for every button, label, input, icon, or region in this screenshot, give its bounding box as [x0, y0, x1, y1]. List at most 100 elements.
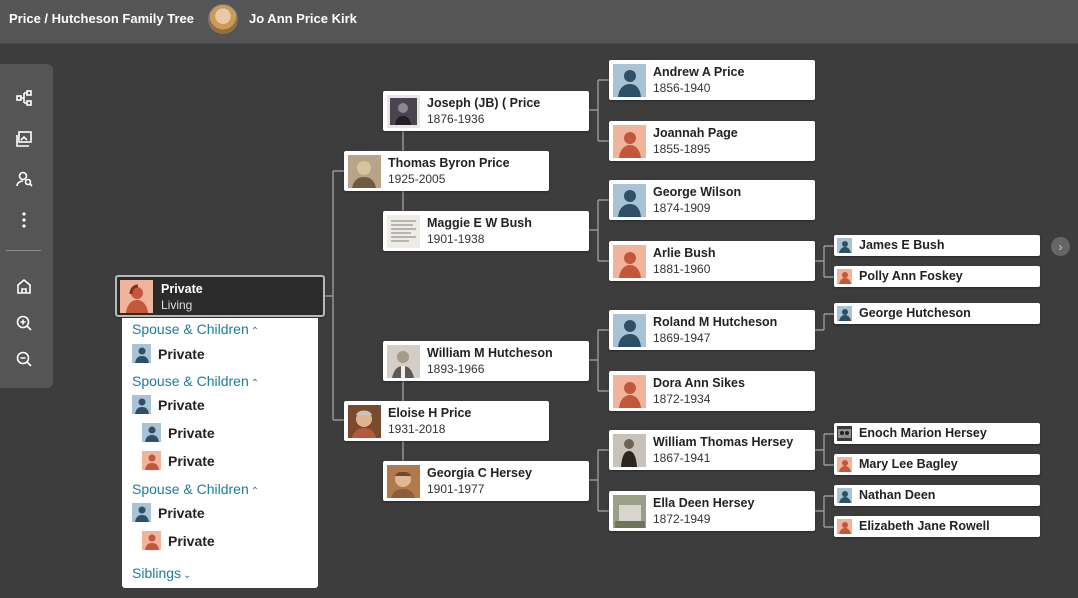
person-name: James E Bush: [859, 238, 945, 252]
spouse-item[interactable]: Private: [132, 503, 205, 522]
person-card-ggg[interactable]: Mary Lee Bagley: [834, 454, 1040, 475]
person-card-ggg[interactable]: Elizabeth Jane Rowell: [834, 516, 1040, 537]
child-item[interactable]: Private: [142, 423, 215, 442]
person-name: Maggie E W Bush: [427, 216, 532, 230]
person-name: Nathan Deen: [859, 488, 936, 502]
chevron-up-icon: ⌃: [250, 326, 260, 337]
chevron-up-icon: ⌃: [250, 486, 260, 497]
female-avatar-icon: [837, 519, 852, 534]
person-card-ggg[interactable]: George Hutcheson: [834, 303, 1040, 324]
person-photo: [613, 434, 646, 467]
gravestone-photo: [613, 495, 646, 528]
family-panel: Spouse & Children ⌃ Private Spouse & Chil…: [122, 318, 318, 588]
person-name: Joseph (JB) ( Price: [427, 96, 541, 110]
person-card-ggg[interactable]: Polly Ann Foskey: [834, 266, 1040, 287]
person-name: Dora Ann Sikes: [653, 376, 745, 390]
child-item[interactable]: Private: [142, 531, 215, 550]
chevron-up-icon: ⌃: [250, 378, 260, 389]
person-name: Arlie Bush: [653, 246, 716, 260]
person-dates: 1869-1947: [653, 331, 711, 345]
male-avatar-icon: [613, 184, 646, 217]
male-avatar-icon: [837, 238, 852, 253]
chevron-down-icon: ⌄: [183, 570, 192, 581]
person-name: Georgia C Hersey: [427, 466, 532, 480]
person-photo: [387, 345, 420, 378]
person-name: Roland M Hutcheson: [653, 315, 778, 329]
male-avatar-icon: [132, 395, 151, 414]
person-name: Ella Deen Hersey: [653, 496, 755, 510]
person-card-gg4[interactable]: Arlie Bush 1881-1960: [609, 241, 815, 281]
spouse-item[interactable]: Private: [132, 395, 205, 414]
person-card-father[interactable]: Thomas Byron Price 1925-2005: [344, 151, 549, 191]
person-name: Elizabeth Jane Rowell: [859, 519, 990, 533]
spouse-children-toggle[interactable]: Spouse & Children ⌃: [132, 481, 259, 497]
male-avatar-icon: [132, 503, 151, 522]
siblings-toggle[interactable]: Siblings ⌄: [132, 565, 191, 581]
person-name: George Wilson: [653, 185, 742, 199]
focus-person-name: Private: [161, 282, 203, 296]
person-name: Joannah Page: [653, 126, 738, 140]
person-card-gg6[interactable]: Dora Ann Sikes 1872-1934: [609, 371, 815, 411]
female-avatar-icon: [613, 125, 646, 158]
male-avatar-icon: [142, 423, 161, 442]
person-card-mother[interactable]: Eloise H Price 1931-2018: [344, 401, 549, 441]
male-avatar-icon: [613, 64, 646, 97]
person-dates: 1867-1941: [653, 451, 711, 465]
person-name: Mary Lee Bagley: [859, 457, 958, 471]
person-name: William M Hutcheson: [427, 346, 553, 360]
person-dates: 1855-1895: [653, 142, 711, 156]
person-photo: [387, 95, 420, 128]
person-dates: 1901-1938: [427, 232, 485, 246]
female-avatar-icon: [613, 245, 646, 278]
spouse-children-toggle[interactable]: Spouse & Children ⌃: [132, 321, 259, 337]
person-card-gg5[interactable]: Roland M Hutcheson 1869-1947: [609, 310, 815, 350]
person-photo: [837, 426, 852, 441]
person-name: William Thomas Hersey: [653, 435, 794, 449]
person-dates: 1874-1909: [653, 201, 711, 215]
focus-person-status: Living: [161, 298, 193, 312]
person-dates: 1931-2018: [388, 422, 446, 436]
person-card-gg7[interactable]: William Thomas Hersey 1867-1941: [609, 430, 815, 470]
person-card-paternal-grandmother[interactable]: Maggie E W Bush 1901-1938: [383, 211, 589, 251]
female-avatar-icon: [142, 531, 161, 550]
person-name: George Hutcheson: [859, 306, 971, 320]
female-avatar-icon: [837, 269, 852, 284]
person-card-gg8[interactable]: Ella Deen Hersey 1872-1949: [609, 491, 815, 531]
person-dates: 1881-1960: [653, 262, 711, 276]
person-photo: [348, 405, 381, 438]
person-dates: 1901-1977: [427, 482, 485, 496]
person-card-maternal-grandfather[interactable]: William M Hutcheson 1893-1966: [383, 341, 589, 381]
person-name: Thomas Byron Price: [388, 156, 510, 170]
person-name: Enoch Marion Hersey: [859, 426, 987, 440]
person-card-maternal-grandmother[interactable]: Georgia C Hersey 1901-1977: [383, 461, 589, 501]
person-dates: 1872-1934: [653, 392, 711, 406]
person-card-gg1[interactable]: Andrew A Price 1856-1940: [609, 60, 815, 100]
person-card-paternal-grandfather[interactable]: Joseph (JB) ( Price 1876-1936: [383, 91, 589, 131]
male-avatar-icon: [837, 306, 852, 321]
person-name: Polly Ann Foskey: [859, 269, 963, 283]
male-avatar-icon: [613, 314, 646, 347]
person-card-gg3[interactable]: George Wilson 1874-1909: [609, 180, 815, 220]
person-dates: 1856-1940: [653, 81, 711, 95]
female-avatar-icon: [837, 457, 852, 472]
person-card-ggg[interactable]: Enoch Marion Hersey: [834, 423, 1040, 444]
male-avatar-icon: [837, 488, 852, 503]
chevron-right-icon[interactable]: ›: [1051, 237, 1070, 256]
person-card-gg2[interactable]: Joannah Page 1855-1895: [609, 121, 815, 161]
male-avatar-icon: [132, 344, 151, 363]
person-dates: 1925-2005: [388, 172, 446, 186]
person-dates: 1876-1936: [427, 112, 485, 126]
female-avatar-icon: [142, 451, 161, 470]
spouse-children-toggle[interactable]: Spouse & Children ⌃: [132, 373, 259, 389]
person-card-ggg[interactable]: James E Bush: [834, 235, 1040, 256]
person-photo: [348, 155, 381, 188]
spouse-item[interactable]: Private: [132, 344, 205, 363]
person-dates: 1872-1949: [653, 512, 711, 526]
child-item[interactable]: Private: [142, 451, 215, 470]
person-card-ggg[interactable]: Nathan Deen: [834, 485, 1040, 506]
person-name: Eloise H Price: [388, 406, 472, 420]
female-avatar-icon: [120, 280, 153, 313]
focus-person-card[interactable]: Private Living: [115, 275, 325, 317]
female-avatar-icon: [613, 375, 646, 408]
person-dates: 1893-1966: [427, 362, 485, 376]
